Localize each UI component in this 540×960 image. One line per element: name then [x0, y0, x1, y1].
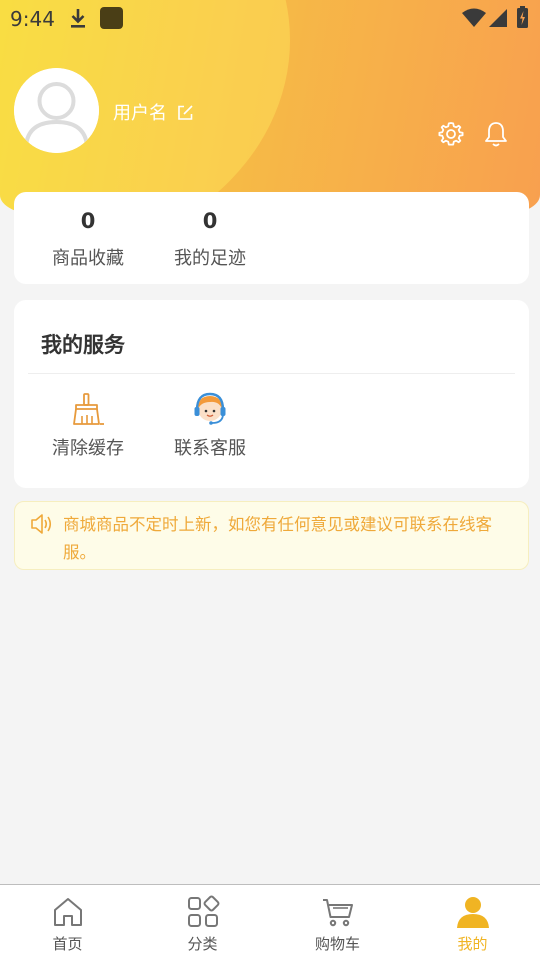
person-icon	[456, 897, 489, 928]
avatar-placeholder	[14, 68, 99, 153]
clear-cache-button[interactable]: 清除缓存	[28, 390, 148, 470]
username: 用户名	[113, 103, 167, 124]
home-icon	[53, 898, 82, 926]
nav-item-cart[interactable]: 购物车	[270, 885, 405, 960]
stats-card: 0 商品收藏 0 我的足迹	[14, 192, 529, 284]
edit-icon[interactable]	[177, 104, 194, 121]
bottom-nav: 首页 分类 购物车 我的	[0, 884, 540, 960]
nav-item-mine[interactable]: 我的	[405, 885, 540, 960]
cart-icon	[322, 899, 353, 927]
favorites-label: 商品收藏	[52, 248, 124, 269]
wifi-icon	[462, 8, 486, 27]
footprints-stat[interactable]: 0 我的足迹	[150, 192, 270, 284]
favorites-count: 0	[80, 209, 96, 233]
nav-item-category[interactable]: 分类	[135, 885, 270, 960]
notice-banner: 商城商品不定时上新，如您有任何意见或建议可联系在线客服。	[14, 501, 529, 570]
nav-label-home: 首页	[52, 935, 83, 953]
notice-text: 商城商品不定时上新，如您有任何意见或建议可联系在线客服。	[63, 515, 492, 562]
services-title: 我的服务	[41, 333, 125, 357]
clear-cache-label: 清除缓存	[52, 438, 124, 459]
contact-service-label: 联系客服	[174, 438, 246, 459]
status-time: 9:44	[10, 7, 55, 31]
customer-service-icon	[194, 392, 226, 425]
broom-icon	[73, 393, 104, 425]
battery-icon	[517, 6, 528, 28]
favorites-stat[interactable]: 0 商品收藏	[28, 192, 148, 284]
avatar[interactable]	[14, 68, 99, 153]
divider	[28, 373, 515, 374]
footprints-label: 我的足迹	[174, 248, 246, 269]
download-icon	[71, 9, 85, 28]
signal-icon	[489, 9, 507, 27]
gear-icon[interactable]	[438, 121, 464, 147]
username-row[interactable]: 用户名	[113, 100, 194, 124]
nav-label-mine: 我的	[457, 935, 488, 953]
bell-icon[interactable]	[483, 120, 509, 148]
app-icon	[100, 7, 123, 29]
nav-label-category: 分类	[187, 935, 218, 953]
category-icon	[187, 895, 219, 927]
nav-item-home[interactable]: 首页	[0, 885, 135, 960]
speaker-icon	[31, 514, 52, 534]
footprints-count: 0	[202, 209, 218, 233]
nav-label-cart: 购物车	[314, 935, 360, 953]
status-bar: 9:44	[0, 0, 540, 36]
contact-service-button[interactable]: 联系客服	[150, 390, 270, 470]
services-card: 我的服务 清除缓存 联系客服	[14, 300, 529, 488]
